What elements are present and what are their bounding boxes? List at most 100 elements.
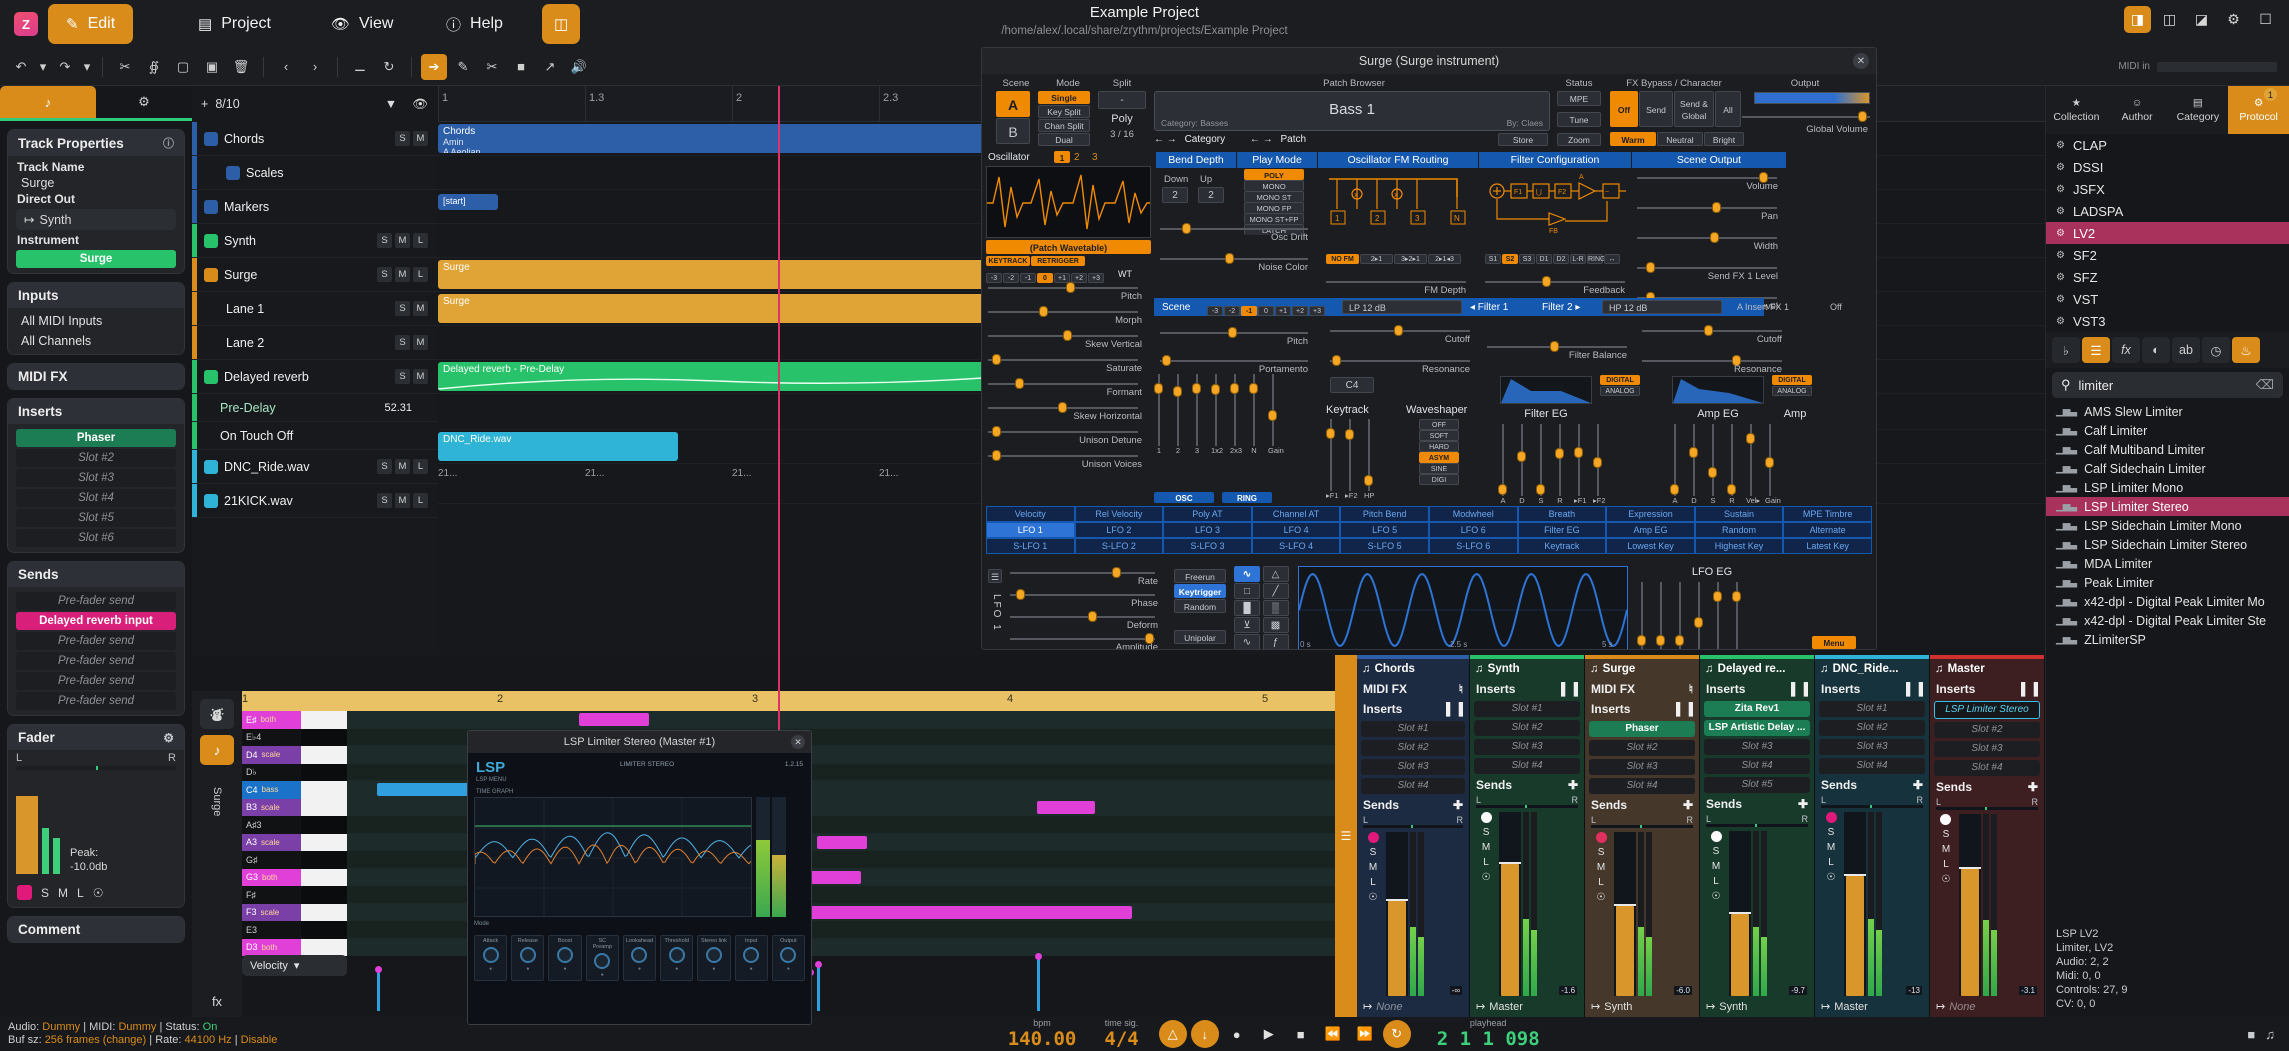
category-prev-icon[interactable]: ← — [1154, 134, 1164, 145]
timesig-control[interactable]: time sig. 4/4 — [1104, 1018, 1138, 1050]
piano-key-surface[interactable] — [301, 851, 347, 869]
insert-slot[interactable]: Slot #2 — [1934, 722, 2040, 738]
split-value[interactable]: - — [1098, 91, 1146, 109]
mute-button[interactable]: M — [58, 886, 68, 900]
piano-key[interactable]: A♯3 — [242, 816, 347, 834]
plugin-search-input[interactable]: ⚲ limiter ⌫ — [2052, 372, 2283, 398]
filter-icon[interactable]: ▼ — [385, 97, 405, 111]
track-m-button[interactable]: M — [395, 233, 410, 248]
plugin-item[interactable]: ▁▅▃AMS Slew Limiter — [2046, 402, 2289, 421]
pan-slider[interactable] — [1476, 805, 1578, 808]
fader-handle[interactable] — [1846, 876, 1864, 996]
gear-icon[interactable]: ⚙ — [2220, 6, 2247, 33]
strip-output-route[interactable]: ↦None — [1357, 996, 1469, 1017]
fader-handle[interactable] — [1593, 457, 1602, 468]
insert-slot[interactable]: Slot #1 — [1819, 701, 1925, 717]
cut-icon[interactable]: ✂ — [112, 54, 138, 80]
protocol-item-dssi[interactable]: ⚙DSSI — [2046, 156, 2289, 178]
piano-key[interactable]: B3scale — [242, 799, 347, 817]
insert-slot[interactable]: Slot #2 — [1589, 740, 1695, 756]
lfo-menu-icon[interactable]: ☰ — [988, 569, 1002, 583]
surge-fader[interactable] — [1732, 582, 1742, 650]
filter1-type-select[interactable]: LP 12 dB — [1342, 300, 1462, 314]
surge-fader[interactable] — [1765, 424, 1775, 496]
solo-button[interactable]: S — [1483, 827, 1490, 838]
mute-button[interactable]: M — [1712, 861, 1720, 872]
param-track[interactable] — [1010, 638, 1155, 640]
mode-chan-split[interactable]: Chan Split — [1038, 119, 1090, 132]
surge-option[interactable]: -1 — [1241, 306, 1257, 316]
track-row[interactable]: Lane 2SM — [192, 326, 438, 360]
velocity-handle[interactable] — [1035, 953, 1042, 960]
redo-dropdown-icon[interactable]: ▾ — [81, 54, 93, 80]
param-track[interactable] — [988, 383, 1138, 385]
play-mode-option[interactable]: MONO ST — [1244, 191, 1304, 202]
pencil-tool-icon[interactable]: ✎ — [450, 54, 476, 80]
mode-key-split[interactable]: Key Split — [1038, 105, 1090, 118]
surge-option[interactable]: 0 — [1258, 306, 1274, 316]
piano-key[interactable]: F♯ — [242, 886, 347, 904]
surge-option[interactable]: 3▸2▸1 — [1394, 254, 1427, 264]
insert-slot[interactable]: Slot #3 — [1704, 739, 1810, 755]
mute-button[interactable]: M — [1482, 842, 1490, 853]
pan-slider[interactable] — [1821, 805, 1923, 808]
mixer-tab-osc[interactable]: OSC — [1154, 492, 1214, 503]
category-button[interactable]: Category — [1180, 134, 1226, 145]
mod-source[interactable]: Velocity — [986, 506, 1075, 522]
mod-source[interactable]: S-LFO 4 — [1252, 538, 1341, 554]
keytrack-faders[interactable]: ▸F1▸F2HP — [1326, 419, 1396, 499]
track-row[interactable]: SynthSML — [192, 224, 438, 258]
midi-channels-select[interactable]: All Channels — [12, 331, 180, 351]
palette-icon[interactable]: ◐ — [2142, 337, 2170, 363]
lfo-shape-triangle[interactable]: △ — [1263, 566, 1289, 582]
lsp-knob[interactable] — [594, 953, 610, 969]
surge-option[interactable]: 2▸1◂3 — [1428, 254, 1461, 264]
mod-source[interactable]: S-LFO 2 — [1075, 538, 1164, 554]
fader-handle[interactable] — [1154, 383, 1163, 394]
param-knob[interactable] — [1016, 589, 1025, 600]
surge-fader[interactable] — [1154, 374, 1164, 446]
protocol-item-lv2[interactable]: ⚙LV2 — [2046, 222, 2289, 244]
fader-handle[interactable] — [1727, 484, 1736, 495]
bend-down-value[interactable]: 2 — [1162, 187, 1188, 203]
surge-option[interactable]: +2 — [1292, 306, 1308, 316]
piano-key[interactable]: G♯ — [242, 851, 347, 869]
lsp-section[interactable]: Boost● — [548, 935, 581, 981]
osc-tab-2[interactable]: 2 — [1074, 152, 1080, 163]
filter2-res-track[interactable] — [1642, 360, 1782, 362]
piano-key-surface[interactable] — [301, 764, 347, 782]
info-icon[interactable]: ⓘ — [163, 135, 174, 151]
lfo-shape-mseg[interactable]: ∿ — [1234, 634, 1260, 650]
surge-fader[interactable] — [1656, 582, 1666, 650]
piano-key[interactable]: D♭ — [242, 764, 347, 782]
lsp-section[interactable]: Attack● — [474, 935, 507, 981]
lsp-menu-label[interactable]: LSP MENU — [476, 777, 507, 783]
track-row[interactable]: DNC_Ride.wavSML — [192, 450, 438, 484]
piano-key-surface[interactable] — [301, 939, 347, 957]
scene-a-button[interactable]: A — [996, 91, 1030, 117]
pan-slider[interactable] — [1591, 825, 1693, 828]
velocity-bar[interactable] — [1037, 958, 1040, 1011]
surge-fader[interactable] — [1675, 582, 1685, 650]
mod-source[interactable]: Channel AT — [1252, 506, 1341, 522]
surge-fader[interactable] — [1593, 424, 1603, 496]
lfo-shape-sine[interactable]: ∿ — [1234, 566, 1260, 582]
listen-button[interactable]: L — [77, 886, 84, 900]
fader-handle[interactable] — [1616, 906, 1634, 996]
retrigger-button[interactable]: RETRIGGER — [1031, 256, 1085, 266]
strip-inserts-header[interactable]: Inserts▌▐ — [1700, 679, 1814, 699]
loop-icon[interactable]: ↻ — [1383, 1020, 1411, 1048]
lsp-knob-bank[interactable]: Attack●Release●Boost●SC Preamp●Lookahead… — [474, 935, 805, 1019]
monitor-icon[interactable]: ☉ — [1712, 891, 1721, 902]
surge-fader[interactable] — [1173, 374, 1183, 446]
mod-source[interactable]: LFO 4 — [1252, 522, 1341, 538]
surge-menu-button[interactable]: Menu — [1812, 636, 1856, 649]
mod-source[interactable]: Sustain — [1695, 506, 1784, 522]
param-track[interactable] — [1637, 177, 1777, 179]
surge-osc-mixer[interactable]: 1231x22x3NGain — [1154, 374, 1314, 494]
strip-output-route[interactable]: ↦None — [1930, 996, 2044, 1017]
listen-button[interactable]: L — [1598, 877, 1604, 888]
fader-handle[interactable] — [1268, 410, 1277, 421]
insert-slot[interactable]: Slot #1 — [1474, 701, 1580, 717]
insert-slot-2[interactable]: Slot #2 — [16, 449, 176, 467]
